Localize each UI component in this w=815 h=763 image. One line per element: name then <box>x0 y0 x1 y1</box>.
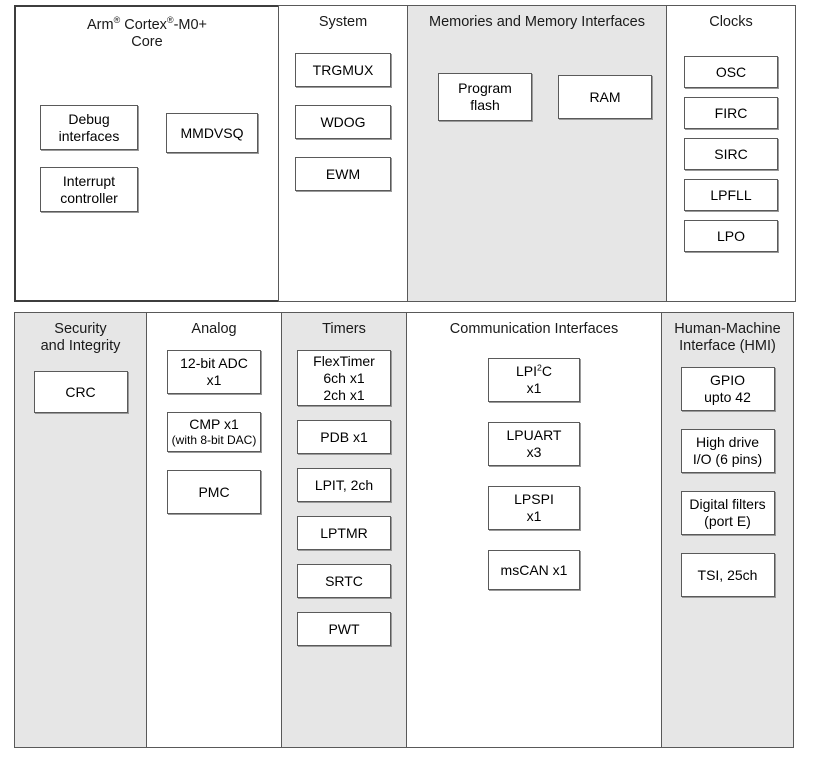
panel-title-clocks: Clocks <box>709 14 753 30</box>
block-program-flash[interactable]: Program flash <box>438 73 532 121</box>
block-lpfll[interactable]: LPFLL <box>684 179 778 211</box>
top-row: Arm® Cortex®-M0+ Core Debug interfaces MM… <box>14 5 798 302</box>
block-diagram: Arm® Cortex®-M0+ Core Debug interfaces MM… <box>0 0 815 763</box>
panel-title-memories: Memories and Memory Interfaces <box>429 14 645 30</box>
panel-clocks: Clocks OSC FIRC SIRC LPFLL LPO <box>666 5 796 302</box>
core-title-arm: Arm <box>86 17 114 33</box>
block-digital-filters[interactable]: Digital filters (port E) <box>680 491 775 535</box>
panel-title-system: System <box>318 14 368 30</box>
panel-analog: Analog 12-bit ADC x1 CMP x1 (with 8-bit … <box>146 312 282 748</box>
panel-title-security: Security and Integrity <box>40 321 121 354</box>
block-interrupt-controller[interactable]: Interrupt controller <box>40 167 138 212</box>
block-crc[interactable]: CRC <box>33 371 128 413</box>
panel-title-communication: Communication Interfaces <box>449 321 619 337</box>
panel-communication-interfaces: Communication Interfaces LPI2C x1 LPUART… <box>406 312 662 748</box>
panel-title-analog: Analog <box>191 321 237 337</box>
timers-block-group: FlexTimer 6ch x1 2ch x1 PDB x1 LPIT, 2ch… <box>282 338 406 646</box>
block-lptmr[interactable]: LPTMR <box>297 516 391 550</box>
block-mmdvsq[interactable]: MMDVSQ <box>166 113 258 153</box>
panel-system: System TRGMUX WDOG EWM <box>278 5 408 302</box>
panel-security-and-integrity: Security and Integrity CRC <box>14 312 147 748</box>
system-block-group: TRGMUX WDOG EWM <box>279 31 407 191</box>
security-block-group: CRC <box>15 355 146 413</box>
block-gpio[interactable]: GPIO upto 42 <box>680 367 775 411</box>
analog-block-group: 12-bit ADC x1 CMP x1 (with 8-bit DAC) PM… <box>147 338 281 514</box>
communication-block-group: LPI2C x1 LPUART x3 LPSPI x1 msCAN x1 <box>407 338 661 590</box>
registered-icon-2: ® <box>166 15 174 26</box>
block-tsi[interactable]: TSI, 25ch <box>680 553 775 597</box>
panel-timers: Timers FlexTimer 6ch x1 2ch x1 PDB x1 LP… <box>281 312 407 748</box>
block-ewm[interactable]: EWM <box>295 157 391 191</box>
block-lpuart[interactable]: LPUART x3 <box>488 422 580 466</box>
block-lpi2c-line2: x1 <box>526 380 542 396</box>
clocks-block-group: OSC FIRC SIRC LPFLL LPO <box>667 31 795 252</box>
block-debug-interfaces[interactable]: Debug interfaces <box>40 105 138 150</box>
core-title-core: Core <box>131 34 163 50</box>
block-ram[interactable]: RAM <box>558 75 652 119</box>
block-cmp-label: CMP x1 <box>189 416 239 432</box>
block-pwt[interactable]: PWT <box>297 612 391 646</box>
panel-human-machine-interface: Human-Machine Interface (HMI) GPIO upto … <box>661 312 794 748</box>
block-cmp[interactable]: CMP x1 (with 8-bit DAC) <box>167 412 261 452</box>
block-high-drive-io[interactable]: High drive I/O (6 pins) <box>680 429 775 473</box>
block-flextimer[interactable]: FlexTimer 6ch x1 2ch x1 <box>297 350 391 406</box>
panel-title-core: Arm® Cortex®-M0+ Core <box>87 7 207 51</box>
block-wdog[interactable]: WDOG <box>295 105 391 139</box>
panel-memories: Memories and Memory Interfaces Program f… <box>407 5 667 302</box>
bottom-row: Security and Integrity CRC Analog 12-bit… <box>14 312 798 748</box>
panel-title-timers: Timers <box>322 321 366 337</box>
panel-arm-core: Arm® Cortex®-M0+ Core Debug interfaces MM… <box>14 5 280 302</box>
block-trgmux[interactable]: TRGMUX <box>295 53 391 87</box>
block-firc[interactable]: FIRC <box>684 97 778 129</box>
block-sirc[interactable]: SIRC <box>684 138 778 170</box>
block-srtc[interactable]: SRTC <box>297 564 391 598</box>
block-osc[interactable]: OSC <box>684 56 778 88</box>
block-lpit[interactable]: LPIT, 2ch <box>297 468 391 502</box>
core-title-cortex: Cortex <box>120 17 167 33</box>
block-adc[interactable]: 12-bit ADC x1 <box>167 350 261 394</box>
panel-title-hmi: Human-Machine Interface (HMI) <box>674 321 781 354</box>
block-lpo[interactable]: LPO <box>684 220 778 252</box>
block-pmc[interactable]: PMC <box>167 470 261 514</box>
block-mscan[interactable]: msCAN x1 <box>488 550 580 590</box>
block-cmp-sublabel: (with 8-bit DAC) <box>171 433 257 447</box>
lpi2c-suffix: C <box>541 363 552 379</box>
hmi-block-group: GPIO upto 42 High drive I/O (6 pins) Dig… <box>662 355 793 597</box>
memories-block-group: Program flash RAM <box>408 31 666 301</box>
block-pdb[interactable]: PDB x1 <box>297 420 391 454</box>
block-lpi2c[interactable]: LPI2C x1 <box>488 358 580 402</box>
lpi2c-prefix: LPI <box>516 363 538 379</box>
block-lpi2c-line1: LPI2C <box>516 363 552 380</box>
core-title-m0plus: -M0+ <box>173 17 208 33</box>
block-lpspi[interactable]: LPSPI x1 <box>488 486 580 530</box>
